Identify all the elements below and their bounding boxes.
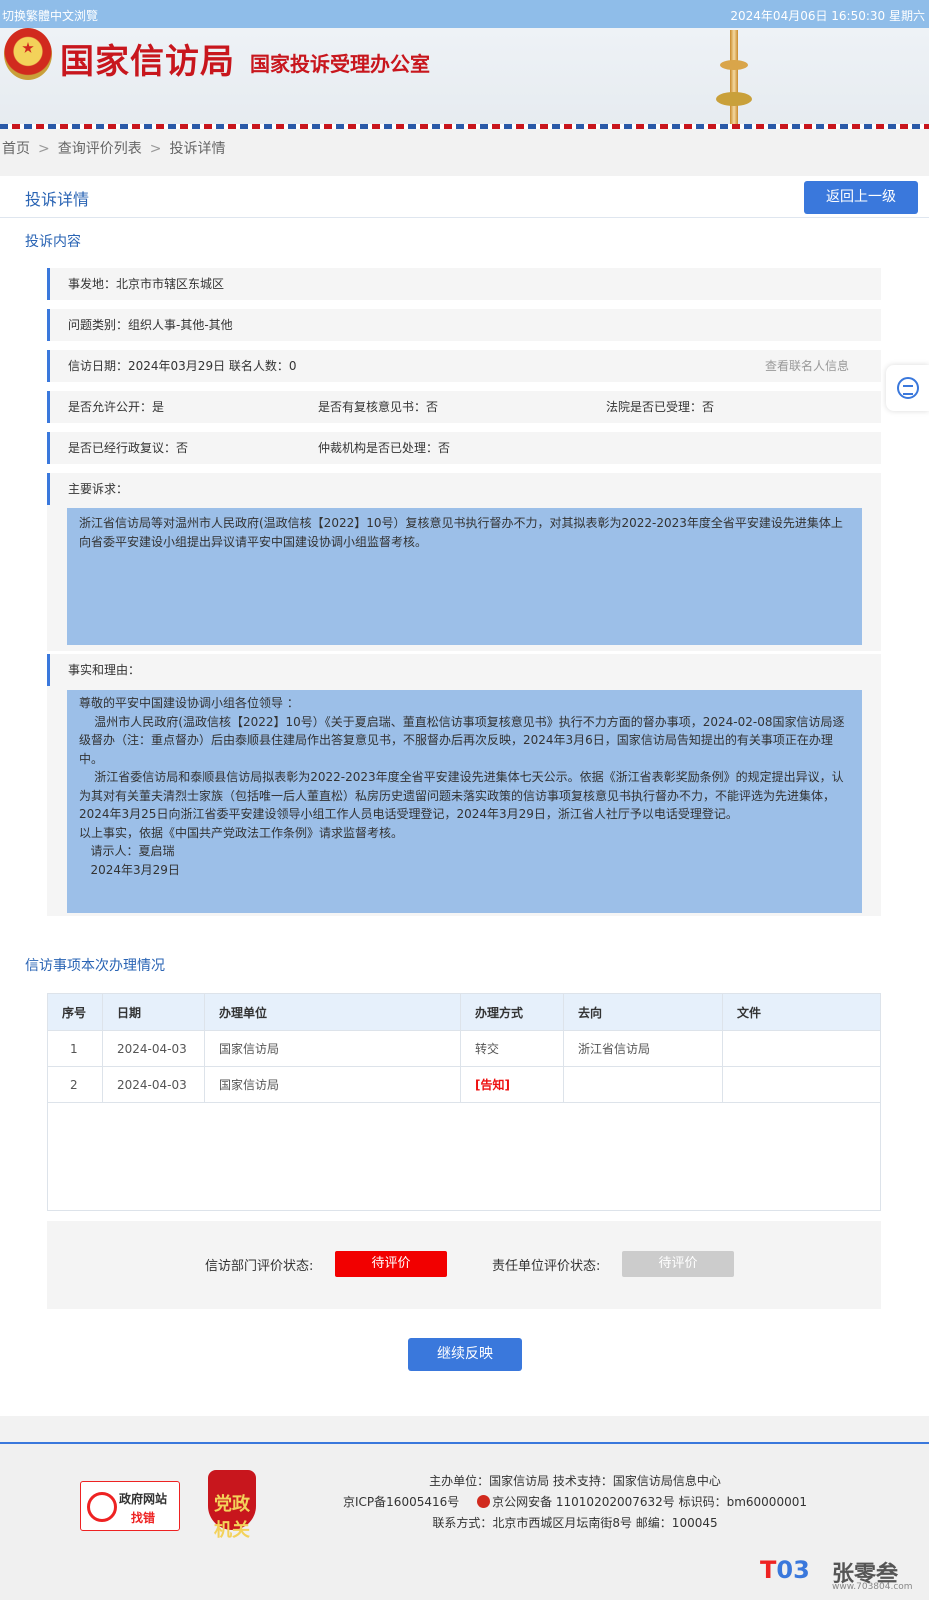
facts-line: 2024年3月29日 bbox=[79, 862, 180, 877]
col-header: 办理方式 bbox=[460, 993, 564, 1031]
row-category: 问题类别：组织人事-其他-其他 bbox=[47, 309, 881, 341]
cell-file bbox=[722, 1066, 881, 1103]
cell-unit: 国家信访局 bbox=[204, 1066, 461, 1103]
main-claim-textbox[interactable]: 浙江省信访局等对温州市人民政府(温政信核【2022】10号）复核意见书执行督办不… bbox=[67, 508, 862, 645]
breadcrumb-home[interactable]: 首页 bbox=[2, 138, 30, 158]
facts-line: 温州市人民政府(温政信核【2022】10号）《关于夏启瑞、董直松信访事项复核意见… bbox=[79, 714, 845, 766]
col-header: 文件 bbox=[722, 993, 881, 1031]
row-date: 信访日期：2024年03月29日 联名人数：0 查看联名人信息 bbox=[47, 350, 881, 382]
site-logo-title[interactable]: 国家信访局 bbox=[60, 34, 235, 83]
row-facts: 事实和理由： bbox=[47, 654, 881, 686]
row-main-claim: 主要诉求： bbox=[47, 473, 881, 505]
badge-text: 党政机关 bbox=[214, 1494, 250, 1541]
table-header-row: 序号 日期 办理单位 办理方式 去向 文件 bbox=[47, 993, 881, 1031]
col-header: 日期 bbox=[102, 993, 205, 1031]
evaluation-area: 信访部门评价状态: 待评价 责任单位评价状态: 待评价 bbox=[47, 1221, 881, 1309]
badge-text: 找错 bbox=[131, 1511, 156, 1525]
facts-line: 请示人：夏启瑞 bbox=[79, 844, 175, 858]
breadcrumb: 首页 > 查询评价列表 > 投诉详情 bbox=[2, 138, 225, 158]
table-empty-area bbox=[47, 1103, 881, 1211]
gov-site-error-badge[interactable]: 政府网站 找错 bbox=[80, 1481, 180, 1531]
watermark-url: www.703804.com bbox=[832, 1582, 913, 1592]
traditional-chinese-link[interactable]: 切换繁體中文浏覽 bbox=[2, 7, 98, 24]
top-bar: 切换繁體中文浏覽 2024年04月06日 16:50:30 星期六 bbox=[0, 0, 929, 28]
search-icon bbox=[87, 1492, 117, 1522]
breadcrumb-list[interactable]: 查询评价列表 bbox=[58, 138, 142, 158]
tower-icon bbox=[712, 30, 756, 126]
resp-eval-label: 责任单位评价状态: bbox=[492, 1259, 601, 1274]
title-divider bbox=[0, 217, 929, 218]
datetime-display: 2024年04月06日 16:50:30 星期六 bbox=[730, 9, 925, 23]
dept-eval-label: 信访部门评价状态: bbox=[205, 1259, 314, 1274]
table-row: 2 2024-04-03 国家信访局 [告知] bbox=[47, 1066, 881, 1103]
facts-line: 浙江省委信访局和泰顺县信访局拟表彰为2022-2023年度全省平安建设先进集体七… bbox=[79, 770, 844, 821]
row-location: 事发地：北京市市辖区东城区 bbox=[47, 268, 881, 300]
cell-seq: 1 bbox=[47, 1030, 103, 1067]
cell-destination: 浙江省信访局 bbox=[563, 1030, 723, 1067]
table-row: 1 2024-04-03 国家信访局 转交 浙江省信访局 bbox=[47, 1030, 881, 1067]
col-header: 去向 bbox=[563, 993, 723, 1031]
breadcrumb-separator: > bbox=[38, 141, 50, 157]
view-contacts-link[interactable]: 查看联名人信息 bbox=[765, 350, 849, 382]
date-contacts-text: 信访日期：2024年03月29日 联名人数：0 bbox=[68, 359, 297, 373]
footer-contact: 联系方式：北京市西城区月坛南街8号 邮编：100045 bbox=[432, 1516, 718, 1530]
category-text: 问题类别：组织人事-其他-其他 bbox=[68, 318, 233, 332]
main-claim-label: 主要诉求： bbox=[68, 482, 129, 496]
breadcrumb-current: 投诉详情 bbox=[169, 141, 226, 157]
arbitration-text: 仲裁机构是否已处理：否 bbox=[318, 441, 451, 455]
facts-label: 事实和理由： bbox=[68, 663, 141, 677]
cell-date: 2024-04-03 bbox=[102, 1066, 205, 1103]
notice-link[interactable]: [告知] bbox=[460, 1066, 564, 1103]
watermark-logo: T03 bbox=[760, 1556, 810, 1584]
police-record-link[interactable]: 京公网安备 11010202007632号 标识码：bm60000001 bbox=[492, 1495, 807, 1509]
facts-line: 以上事实，依据《中国共产党政法工作条例》请求监督考核。 bbox=[79, 825, 404, 840]
emblem-icon bbox=[4, 28, 52, 80]
feedback-icon bbox=[897, 377, 919, 399]
breadcrumb-separator: > bbox=[149, 141, 162, 157]
header-stripe bbox=[0, 124, 929, 129]
resp-eval-button[interactable]: 待评价 bbox=[622, 1251, 734, 1277]
cell-date: 2024-04-03 bbox=[102, 1030, 205, 1067]
cell-file bbox=[722, 1030, 881, 1067]
location-text: 事发地：北京市市辖区东城区 bbox=[68, 277, 225, 291]
police-icon bbox=[477, 1495, 491, 1508]
allow-public-text: 是否允许公开：是 bbox=[68, 400, 165, 414]
site-logo-subtitle: 国家投诉受理办公室 bbox=[250, 52, 430, 76]
facts-line: 尊敬的平安中国建设协调小组各位领导 ： bbox=[79, 696, 299, 710]
row-flags-2: 是否已经行政复议：否 仲裁机构是否已处理：否 bbox=[47, 432, 881, 464]
cell-method: 转交 bbox=[460, 1030, 564, 1067]
continue-report-button[interactable]: 继续反映 bbox=[408, 1338, 522, 1371]
col-header: 序号 bbox=[47, 993, 103, 1031]
back-button[interactable]: 返回上一级 bbox=[804, 181, 918, 214]
footer-sponsor: 主办单位：国家信访局 技术支持：国家信访局信息中心 bbox=[429, 1474, 721, 1488]
page-title: 投诉详情 bbox=[25, 190, 90, 209]
handling-section-title: 信访事项本次办理情况 bbox=[25, 958, 165, 974]
admin-review-text: 是否已经行政复议：否 bbox=[68, 441, 189, 455]
cell-seq: 2 bbox=[47, 1066, 103, 1103]
complaint-section-title: 投诉内容 bbox=[25, 234, 81, 250]
cell-unit: 国家信访局 bbox=[204, 1030, 461, 1067]
court-accepted-text: 法院是否已受理：否 bbox=[606, 400, 715, 414]
dept-eval-button[interactable]: 待评价 bbox=[335, 1251, 447, 1277]
footer-license: 京ICP备16005416号 京公网安备 11010202007632号 标识码… bbox=[310, 1493, 840, 1510]
party-gov-badge[interactable]: 党政机关 bbox=[208, 1470, 256, 1541]
col-header: 办理单位 bbox=[204, 993, 461, 1031]
review-opinion-text: 是否有复核意见书：否 bbox=[318, 400, 439, 414]
icp-link[interactable]: 京ICP备16005416号 bbox=[343, 1495, 459, 1509]
cell-destination bbox=[563, 1066, 723, 1103]
row-flags-1: 是否允许公开：是 是否有复核意见书：否 法院是否已受理：否 bbox=[47, 391, 881, 423]
badge-text: 政府网站 bbox=[119, 1492, 168, 1506]
facts-textbox[interactable]: 尊敬的平安中国建设协调小组各位领导 ： 温州市人民政府(温政信核【2022】10… bbox=[67, 690, 862, 913]
feedback-float-button[interactable] bbox=[886, 365, 929, 411]
handling-table: 序号 日期 办理单位 办理方式 去向 文件 1 2024-04-03 国家信访局… bbox=[47, 993, 881, 1103]
